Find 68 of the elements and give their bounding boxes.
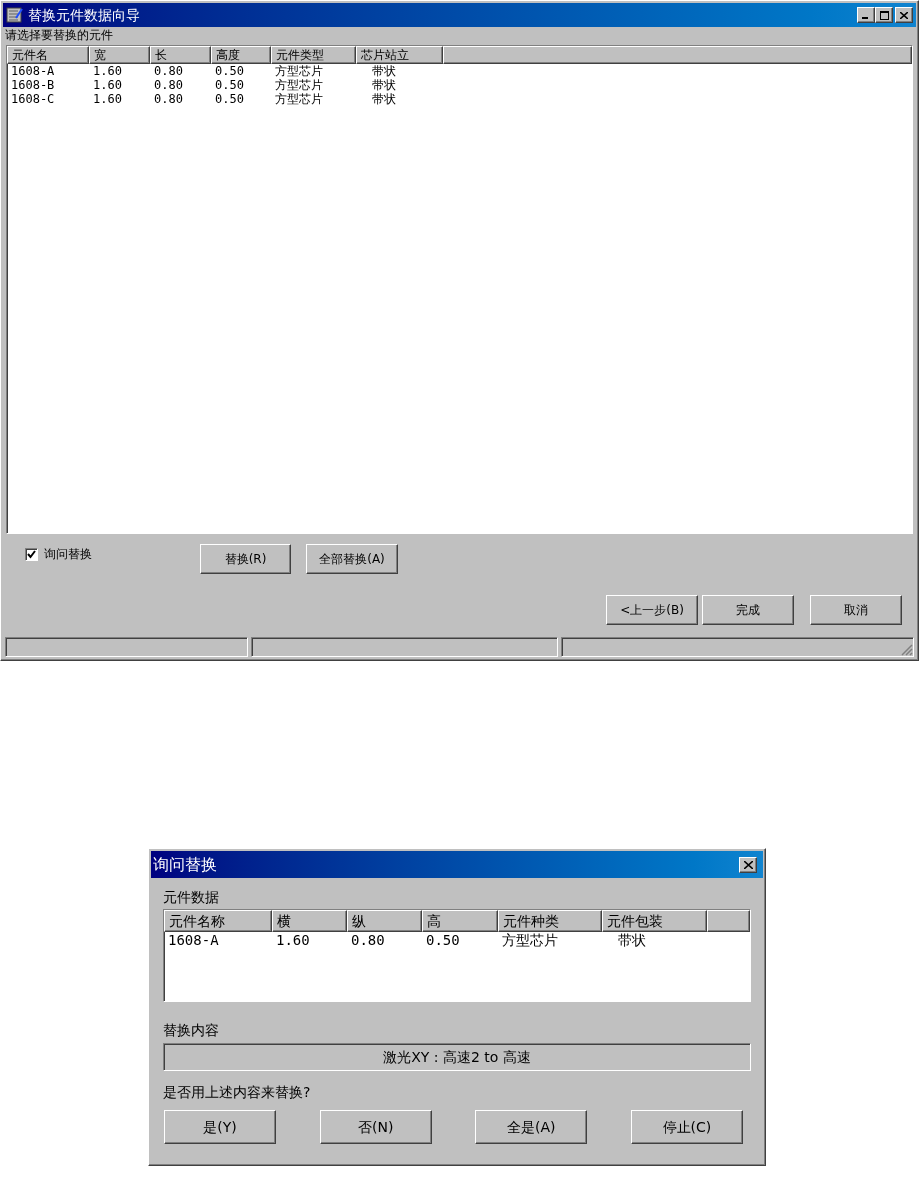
- table-row[interactable]: 1608-C 1.60 0.80 0.50 方型芯片 带状: [7, 92, 912, 106]
- table-cell-text: 带状: [371, 78, 397, 92]
- wizard-button[interactable]: 取消: [810, 595, 902, 625]
- wizard-button[interactable]: 完成: [702, 595, 794, 625]
- section-label: 替换内容: [163, 1021, 220, 1039]
- table-cell-text: 0.80: [153, 92, 184, 106]
- column-header[interactable]: 高: [422, 910, 498, 932]
- column-header[interactable]: 宽: [89, 46, 150, 64]
- table-cell-text: 0.80: [153, 78, 184, 92]
- maximize-icon: [879, 10, 889, 20]
- close-icon: [743, 860, 753, 869]
- check-icon: [27, 549, 36, 559]
- column-header[interactable]: 元件种类: [498, 910, 602, 932]
- table-row[interactable]: 1608-A 1.60 0.80 0.50 方型芯片 带状: [164, 932, 750, 948]
- table-cell-text: 1.60: [275, 932, 311, 948]
- table-cell-text: 1608-A: [10, 64, 56, 78]
- dialog-button[interactable]: 全是(A): [475, 1110, 588, 1144]
- table-cell-text: 0.80: [350, 932, 386, 948]
- table-row[interactable]: 1608-A 1.60 0.80 0.50 方型芯片 带状: [7, 64, 912, 78]
- table-cell-text: 0.50: [425, 932, 461, 948]
- ask-replace-checkbox[interactable]: 询问替换: [25, 545, 200, 563]
- column-header[interactable]: 元件包装: [602, 910, 707, 932]
- table-cell-text: 带状: [371, 64, 397, 78]
- replace-button[interactable]: 全部替换(A): [306, 544, 398, 574]
- table-cell-text: 0.50: [214, 92, 245, 106]
- table-cell-text: 1608-B: [10, 78, 56, 92]
- table-cell-text: 方型芯片: [274, 64, 324, 78]
- dialog-button[interactable]: 是(Y): [164, 1110, 276, 1144]
- app-icon: [6, 6, 24, 24]
- maximize-button[interactable]: [875, 7, 893, 23]
- close-icon: [900, 11, 908, 19]
- table-cell-text: 1.60: [92, 92, 123, 106]
- column-header[interactable]: 芯片站立: [356, 46, 443, 64]
- wizard-button[interactable]: <上一步(B): [606, 595, 698, 625]
- column-header[interactable]: 元件类型: [271, 46, 356, 64]
- column-header[interactable]: 纵: [347, 910, 422, 932]
- table-cell-text: 0.50: [214, 64, 245, 78]
- table-cell-text: 方型芯片: [501, 932, 559, 948]
- dialog-button[interactable]: 否(N): [319, 1110, 432, 1144]
- table-cell-text: 1608-A: [167, 932, 220, 948]
- table-cell-text: 方型芯片: [274, 92, 324, 106]
- close-button[interactable]: [739, 856, 757, 873]
- table-cell-text: 1608-C: [10, 92, 56, 106]
- replace-content-field: 激光XY : 高速2 to 高速: [163, 1043, 751, 1071]
- column-header[interactable]: 高度: [211, 46, 271, 64]
- table-cell-text: 1.60: [92, 64, 123, 78]
- table-cell-text: 带状: [617, 932, 647, 948]
- table-row[interactable]: 1608-B 1.60 0.80 0.50 方型芯片 带状: [7, 78, 912, 92]
- table-cell-text: 1.60: [92, 78, 123, 92]
- minimize-button[interactable]: [857, 7, 875, 23]
- column-header[interactable]: 长: [150, 46, 211, 64]
- close-button[interactable]: [895, 7, 913, 23]
- section-label: 元件数据: [163, 888, 220, 906]
- table-cell-text: 带状: [371, 92, 397, 106]
- replace-button[interactable]: 替换(R): [200, 544, 291, 574]
- prompt-label: 请选择要替换的元件: [4, 28, 114, 42]
- table-cell-text: 0.80: [153, 64, 184, 78]
- column-header[interactable]: 元件名: [7, 46, 89, 64]
- table-cell-text: 方型芯片: [274, 78, 324, 92]
- confirm-question: 是否用上述内容来替换?: [163, 1083, 312, 1101]
- column-header[interactable]: 元件名称: [164, 910, 272, 932]
- table-cell-text: 0.50: [214, 78, 245, 92]
- dialog-button[interactable]: 停止(C): [630, 1110, 743, 1144]
- dialog-title: 询问替换: [153, 856, 217, 873]
- column-header[interactable]: 横: [272, 910, 347, 932]
- checkbox[interactable]: [25, 547, 38, 561]
- resize-grip-icon[interactable]: [901, 644, 913, 656]
- window-title: 替换元件数据向导: [28, 8, 140, 22]
